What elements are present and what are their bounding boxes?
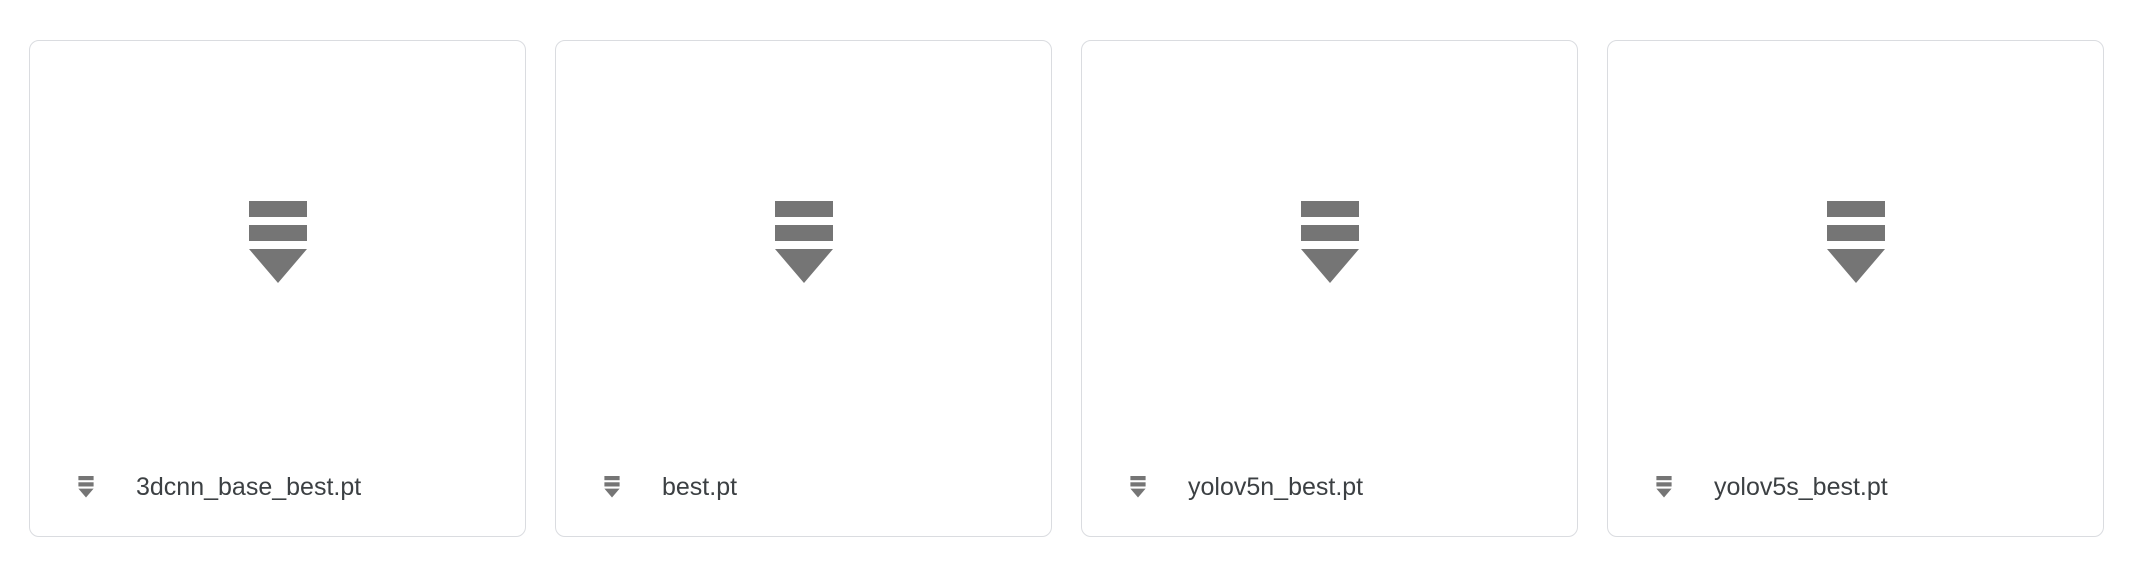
- binary-file-icon: [1300, 201, 1359, 283]
- file-name: yolov5s_best.pt: [1714, 472, 1888, 501]
- file-preview: [1082, 41, 1577, 461]
- file-preview: [1608, 41, 2103, 461]
- file-grid: 3dcnn_base_best.pt best.pt yolov5n_best.…: [29, 40, 2104, 537]
- file-card[interactable]: yolov5n_best.pt: [1081, 40, 1578, 537]
- binary-file-icon: [248, 201, 307, 283]
- binary-file-icon: [1656, 476, 1672, 498]
- file-name: 3dcnn_base_best.pt: [136, 472, 362, 501]
- file-card[interactable]: 3dcnn_base_best.pt: [29, 40, 526, 537]
- file-name: best.pt: [662, 472, 738, 501]
- file-card-footer: yolov5s_best.pt: [1608, 438, 2103, 536]
- file-card[interactable]: best.pt: [555, 40, 1052, 537]
- binary-file-icon: [604, 476, 620, 498]
- file-preview: [30, 41, 525, 461]
- binary-file-icon: [1130, 476, 1146, 498]
- binary-file-icon: [78, 476, 94, 498]
- file-card-footer: best.pt: [556, 438, 1051, 536]
- file-card-footer: yolov5n_best.pt: [1082, 438, 1577, 536]
- file-card-footer: 3dcnn_base_best.pt: [30, 438, 525, 536]
- binary-file-icon: [1826, 201, 1885, 283]
- file-name: yolov5n_best.pt: [1188, 472, 1364, 501]
- file-preview: [556, 41, 1051, 461]
- binary-file-icon: [774, 201, 833, 283]
- file-card[interactable]: yolov5s_best.pt: [1607, 40, 2104, 537]
